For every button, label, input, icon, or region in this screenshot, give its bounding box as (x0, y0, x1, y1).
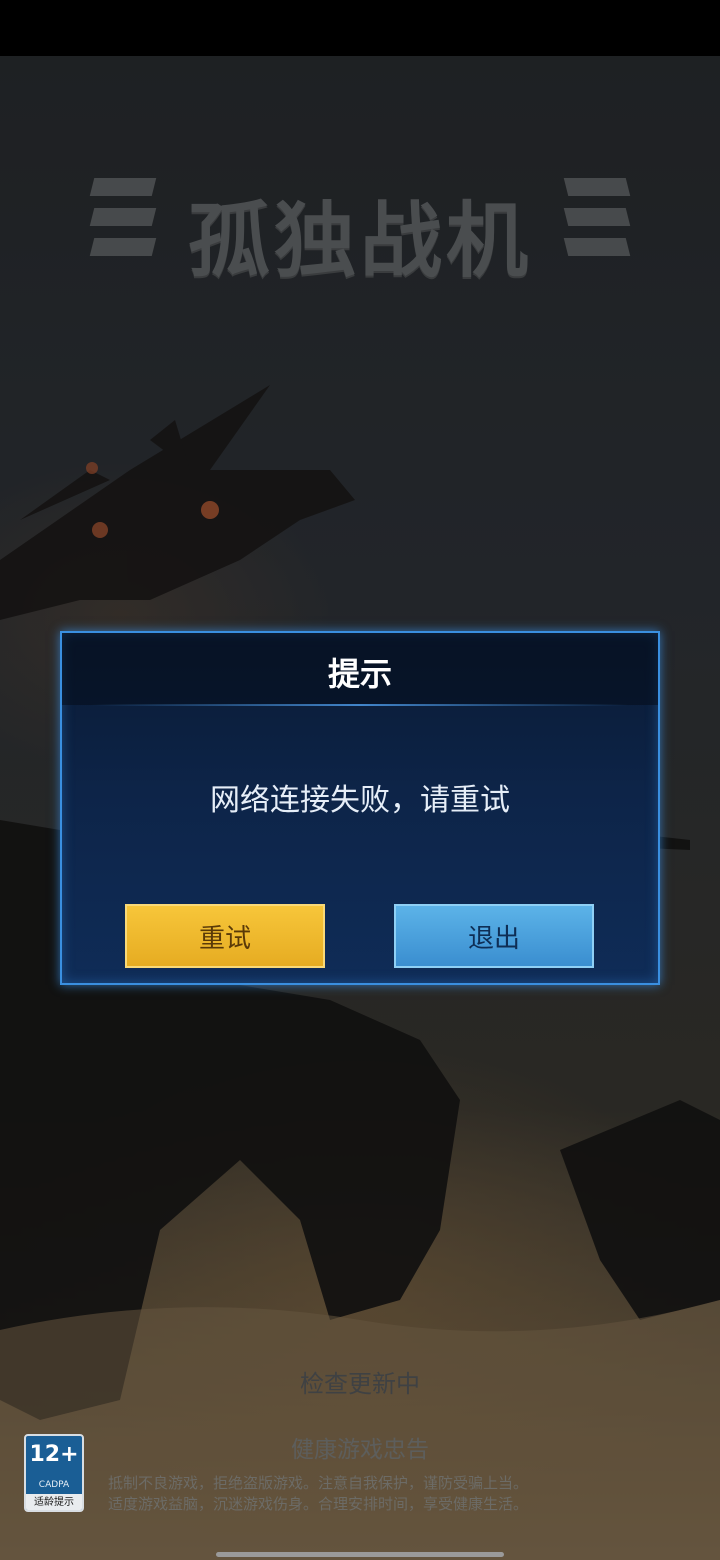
age-rating-org: CADPA (38, 1480, 70, 1490)
age-rating-tip: 适龄提示 (26, 1494, 82, 1510)
retry-button[interactable]: 重试 (125, 904, 325, 968)
health-advisory-line-2: 适度游戏益脑，沉迷游戏伤身。合理安排时间，享受健康生活。 (108, 1495, 529, 1513)
logo-title: 孤独战机 (187, 194, 532, 289)
health-advisory-line-1: 抵制不良游戏，拒绝盗版游戏。注意自我保护，谨防受骗上当。 (108, 1474, 529, 1492)
network-error-dialog: 提示 网络连接失败，请重试 重试 退出 (60, 631, 660, 985)
dialog-title: 提示 (327, 655, 392, 693)
dialog-message: 网络连接失败，请重试 (210, 783, 510, 818)
exit-button[interactable]: 退出 (394, 904, 594, 968)
status-bar (0, 0, 720, 56)
logo-stripes-right (563, 178, 631, 268)
health-advisory-title: 健康游戏忠告 (291, 1437, 429, 1463)
game-logo: 孤独战机 (89, 168, 631, 289)
dialog-divider (92, 704, 628, 706)
update-status-text: 检查更新中 (300, 1370, 420, 1398)
home-indicator[interactable] (216, 1552, 504, 1557)
